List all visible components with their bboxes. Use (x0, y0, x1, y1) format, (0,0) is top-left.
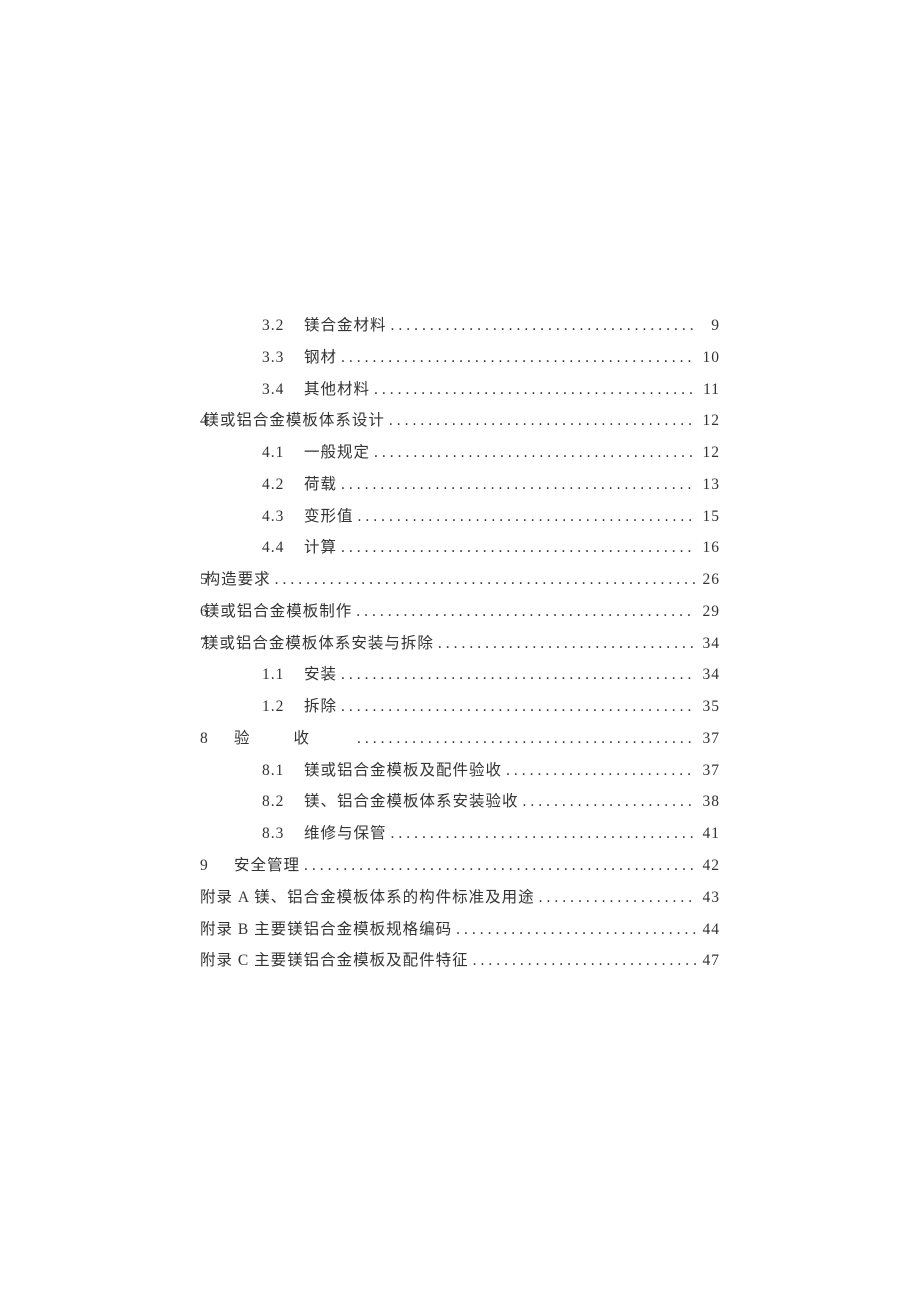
toc-entry-title: 变形值 (296, 501, 354, 533)
toc-entry-page: 26 (696, 564, 720, 596)
toc-leader-dots (519, 786, 696, 818)
toc-leader-dots (337, 532, 696, 564)
toc-entry: 3.2镁合金材料 9 (200, 310, 720, 342)
toc-entry-number: 4.1 (262, 437, 296, 469)
toc-entry: 8.2镁、铝合金模板体系安装验收 38 (200, 786, 720, 818)
toc-entry-number: 4.3 (262, 501, 296, 533)
toc-entry: 附录 A 镁、铝合金模板体系的构件标准及用途 43 (200, 882, 720, 914)
toc-entry-page: 12 (696, 405, 720, 437)
toc-entry-page: 9 (696, 310, 720, 342)
toc-leader-dots (387, 310, 696, 342)
toc-entry: 附录 C 主要镁铝合金模板及配件特征 47 (200, 945, 720, 977)
toc-leader-dots (337, 342, 696, 374)
toc-entry-number: 1.2 (262, 691, 296, 723)
toc-leader-dots (337, 659, 696, 691)
toc-entry: 9 安全管理 42 (200, 850, 720, 882)
toc-entry-number: 4.2 (262, 469, 296, 501)
toc-entry-number: 3.4 (262, 374, 296, 406)
toc-entry: 4镁或铝合金模板体系设计12 (200, 405, 720, 437)
toc-entry: 4.2荷载 13 (200, 469, 720, 501)
toc-entry: 附录 B 主要镁铝合金模板规格编码 44 (200, 914, 720, 946)
toc-entry-title: 镁或铝合金模板及配件验收 (296, 755, 502, 787)
toc-entry-page: 42 (696, 850, 720, 882)
toc-entry: 6镁或铝合金模板制作29 (200, 596, 720, 628)
toc-entry-number: 1.1 (262, 659, 296, 691)
toc-entry: 4.4计算 16 (200, 532, 720, 564)
toc-entry-number: 8.1 (262, 755, 296, 787)
toc-leader-dots (354, 501, 696, 533)
toc-entry-page: 11 (696, 374, 720, 406)
toc-entry-number: 9 (200, 850, 224, 882)
toc-entry: 1.1安装 34 (200, 659, 720, 691)
toc-entry-title: 一般规定 (296, 437, 370, 469)
toc-entry-page: 34 (696, 628, 720, 660)
toc-entry-title: 镁或铝合金模板体系设计 (203, 405, 385, 437)
toc-entry-number: 8 (200, 723, 224, 755)
toc-entry-title: 安装 (296, 659, 337, 691)
toc-entry-title: 附录 C 主要镁铝合金模板及配件特征 (200, 945, 469, 977)
toc-entry-number: 8.2 (262, 786, 296, 818)
toc-entry-number: 3.2 (262, 310, 296, 342)
toc-entry-title: 附录 A 镁、铝合金模板体系的构件标准及用途 (200, 882, 535, 914)
toc-entry: 8.3维修与保管 41 (200, 818, 720, 850)
toc-entry-title: 维修与保管 (296, 818, 387, 850)
toc-entry-number: 4.4 (262, 532, 296, 564)
toc-entry-page: 16 (696, 532, 720, 564)
toc-entry: 3.3钢材 10 (200, 342, 720, 374)
toc-entry-title: 镁、铝合金模板体系安装验收 (296, 786, 519, 818)
toc-entry-title: 附录 B 主要镁铝合金模板规格编码 (200, 914, 452, 946)
toc-entry-page: 41 (696, 818, 720, 850)
toc-entry-page: 38 (696, 786, 720, 818)
toc-leader-dots (337, 691, 696, 723)
toc-entry-title: 镁合金材料 (296, 310, 387, 342)
toc-entry-number: 8.3 (262, 818, 296, 850)
toc-entry-page: 47 (696, 945, 720, 977)
toc-entry-number: 3.3 (262, 342, 296, 374)
toc-entry: 1.2拆除 35 (200, 691, 720, 723)
toc-leader-dots (300, 850, 696, 882)
toc-entry: 8 验收 37 (200, 723, 720, 755)
toc-entry-title: 计算 (296, 532, 337, 564)
toc-leader-dots (271, 564, 696, 596)
toc-leader-dots (385, 405, 696, 437)
toc-entry-title: 其他材料 (296, 374, 370, 406)
toc-entry-title: 荷载 (296, 469, 337, 501)
toc-entry-page: 43 (696, 882, 720, 914)
toc-entry-title: 构造要求 (205, 564, 271, 596)
toc-entry-page: 15 (696, 501, 720, 533)
toc-entry-title: 验收 (234, 723, 353, 755)
toc-entry-page: 29 (696, 596, 720, 628)
toc-leader-dots (387, 818, 696, 850)
toc-entry-page: 44 (696, 914, 720, 946)
toc-entry-title: 安全管理 (234, 850, 300, 882)
toc-leader-dots (337, 469, 696, 501)
toc-entry-title: 钢材 (296, 342, 337, 374)
toc-leader-dots (370, 437, 696, 469)
toc-entry-page: 35 (696, 691, 720, 723)
toc-entry-page: 13 (696, 469, 720, 501)
toc-leader-dots (469, 945, 696, 977)
toc-entry-page: 37 (696, 723, 720, 755)
toc-entry: 3.4其他材料 11 (200, 374, 720, 406)
toc-entry-page: 10 (696, 342, 720, 374)
toc-entry-title: 镁或铝合金模板体系安装与拆除 (203, 628, 434, 660)
toc-entry: 8.1镁或铝合金模板及配件验收 37 (200, 755, 720, 787)
toc-entry-page: 37 (696, 755, 720, 787)
toc-leader-dots (370, 374, 696, 406)
toc-leader-dots (352, 596, 696, 628)
toc-leader-dots (452, 914, 696, 946)
toc-leader-dots (502, 755, 696, 787)
toc-entry-page: 34 (696, 659, 720, 691)
toc-entry: 7镁或铝合金模板体系安装与拆除34 (200, 628, 720, 660)
toc-entry: 4.3变形值 15 (200, 501, 720, 533)
toc-leader-dots (535, 882, 696, 914)
toc-entry-page: 12 (696, 437, 720, 469)
toc-container: 3.2镁合金材料93.3钢材103.4其他材料114镁或铝合金模板体系设计124… (0, 0, 920, 977)
toc-entry: 5构造要求26 (200, 564, 720, 596)
toc-leader-dots (434, 628, 696, 660)
toc-leader-dots (353, 723, 696, 755)
toc-entry-title: 镁或铝合金模板制作 (204, 596, 353, 628)
toc-entry-title: 拆除 (296, 691, 337, 723)
toc-entry: 4.1一般规定 12 (200, 437, 720, 469)
